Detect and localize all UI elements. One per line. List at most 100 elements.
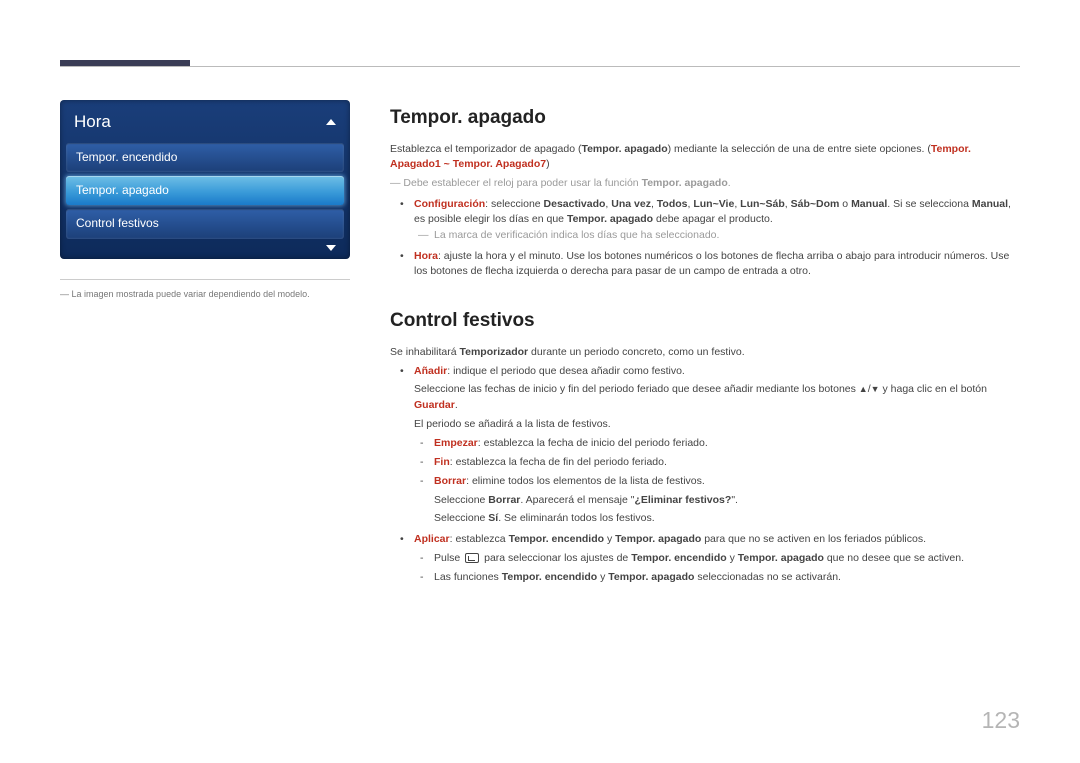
- sub-borrar: Borrar: elimine todos los elementos de l…: [434, 474, 1020, 526]
- text: . Aparecerá el mensaje ": [520, 494, 634, 506]
- text: y haga clic en el botón: [880, 383, 987, 395]
- term: Tempor. apagado: [738, 552, 824, 564]
- text: : establezca la fecha de inicio del peri…: [478, 437, 708, 449]
- text: : establezca: [450, 533, 509, 545]
- s2-bullets: Añadir: indique el periodo que desea aña…: [390, 364, 1020, 586]
- term: Tempor. apagado: [581, 143, 667, 155]
- term-red: Fin: [434, 456, 450, 468]
- page-number: 123: [982, 704, 1020, 737]
- text: La marca de verificación indica los días…: [434, 229, 719, 241]
- term: Lun~Sáb: [740, 198, 785, 210]
- section-heading-apagado: Tempor. apagado: [390, 104, 1020, 132]
- text: Debe establecer el reloj para poder usar…: [403, 177, 641, 189]
- sub-borrar-line2: Seleccione Borrar. Aparecerá el mensaje …: [434, 493, 1020, 508]
- text: .: [728, 177, 731, 189]
- text: Las funciones: [434, 571, 502, 583]
- osd-menu-title: Hora: [74, 110, 111, 135]
- left-column: Hora Tempor. encendido Tempor. apagado C…: [60, 100, 350, 592]
- text: ): [546, 158, 550, 170]
- s2-anadir-sublist: Empezar: establezca la fecha de inicio d…: [414, 436, 1020, 526]
- text: ) mediante la selección de una de entre …: [668, 143, 931, 155]
- text: Se inhabilitará: [390, 346, 459, 358]
- term: Tempor. encendido: [502, 571, 597, 583]
- term: Lun~Vie: [693, 198, 734, 210]
- scroll-down-icon[interactable]: [326, 245, 336, 251]
- left-divider: [60, 279, 350, 280]
- text: : ajuste la hora y el minuto. Use los bo…: [414, 250, 1009, 277]
- osd-menu-item-apagado[interactable]: Tempor. apagado: [66, 176, 344, 205]
- s2-intro: Se inhabilitará Temporizador durante un …: [390, 345, 1020, 360]
- osd-menu-item-festivos[interactable]: Control festivos: [66, 209, 344, 238]
- text: debe apagar el producto.: [653, 213, 773, 225]
- term-red: Borrar: [434, 475, 466, 487]
- text: y: [597, 571, 608, 583]
- s2-anadir-line2: Seleccione las fechas de inicio y fin de…: [414, 382, 1020, 412]
- text: : seleccione: [485, 198, 543, 210]
- osd-menu-item-label: Tempor. encendido: [76, 150, 177, 164]
- sub-funciones: Las funciones Tempor. encendido y Tempor…: [434, 570, 1020, 585]
- section-heading-festivos: Control festivos: [390, 307, 1020, 335]
- s1-note: Debe establecer el reloj para poder usar…: [390, 176, 1020, 191]
- osd-menu: Hora Tempor. encendido Tempor. apagado C…: [60, 100, 350, 259]
- osd-menu-footer: [66, 243, 344, 253]
- term-red: Guardar: [414, 399, 455, 411]
- text: para que no se activen en los feriados p…: [701, 533, 926, 545]
- text: . Se eliminarán todos los festivos.: [498, 512, 654, 524]
- term: Tempor. apagado: [608, 571, 694, 583]
- down-arrow-icon: ▼: [871, 384, 880, 394]
- term-red: Configuración: [414, 198, 485, 210]
- osd-menu-header: Hora: [66, 106, 344, 143]
- text: : indique el periodo que desea añadir co…: [447, 365, 685, 377]
- enter-button-icon: [465, 553, 479, 563]
- text: seleccionadas no se activarán.: [694, 571, 841, 583]
- text: para seleccionar los ajustes de: [481, 552, 631, 564]
- sub-empezar: Empezar: establezca la fecha de inicio d…: [434, 436, 1020, 451]
- term: Tempor. apagado: [642, 177, 728, 189]
- term-red: Empezar: [434, 437, 478, 449]
- term-red: Tempor. Apagado7: [453, 158, 546, 170]
- term: Una vez: [611, 198, 651, 210]
- s2-bullet-anadir: Añadir: indique el periodo que desea aña…: [414, 364, 1020, 526]
- term: Tempor. apagado: [615, 533, 701, 545]
- s1-bullets: Configuración: seleccione Desactivado, U…: [390, 197, 1020, 279]
- text: Seleccione: [434, 494, 488, 506]
- term: Tempor. encendido: [509, 533, 604, 545]
- text: . Si se selecciona: [887, 198, 972, 210]
- text: que no desee que se activen.: [824, 552, 964, 564]
- sub-borrar-line3: Seleccione Sí. Se eliminarán todos los f…: [434, 511, 1020, 526]
- s2-bullet-aplicar: Aplicar: establezca Tempor. encendido y …: [414, 532, 1020, 586]
- header-divider: [60, 66, 1020, 67]
- image-disclaimer-note: La imagen mostrada puede variar dependie…: [60, 288, 350, 301]
- text: ".: [731, 494, 738, 506]
- sub-pulse: Pulse para seleccionar los ajustes de Te…: [434, 551, 1020, 566]
- page-root: Hora Tempor. encendido Tempor. apagado C…: [0, 0, 1080, 763]
- term: Temporizador: [459, 346, 528, 358]
- s2-aplicar-sublist: Pulse para seleccionar los ajustes de Te…: [414, 551, 1020, 585]
- right-column: Tempor. apagado Establezca el temporizad…: [390, 100, 1020, 592]
- term-red: Añadir: [414, 365, 447, 377]
- text: Pulse: [434, 552, 463, 564]
- s2-anadir-line3: El periodo se añadirá a la lista de fest…: [414, 417, 1020, 432]
- scroll-up-icon[interactable]: [326, 119, 336, 125]
- text: : elimine todos los elementos de la list…: [466, 475, 705, 487]
- osd-menu-item-label: Control festivos: [76, 216, 159, 230]
- s1-bullet-hora: Hora: ajuste la hora y el minuto. Use lo…: [414, 249, 1020, 279]
- term: Sáb~Dom: [791, 198, 840, 210]
- s1-bullet-config: Configuración: seleccione Desactivado, U…: [414, 197, 1020, 243]
- osd-menu-item-label: Tempor. apagado: [76, 183, 169, 197]
- term-red: Hora: [414, 250, 438, 262]
- text: durante un periodo concreto, como un fes…: [528, 346, 745, 358]
- text: y: [604, 533, 615, 545]
- osd-menu-item-encendido[interactable]: Tempor. encendido: [66, 143, 344, 172]
- term: Sí: [488, 512, 498, 524]
- text: Seleccione: [434, 512, 488, 524]
- term-red: Aplicar: [414, 533, 450, 545]
- up-arrow-icon: ▲: [859, 384, 868, 394]
- sub-fin: Fin: establezca la fecha de fin del peri…: [434, 455, 1020, 470]
- text: Seleccione las fechas de inicio y fin de…: [414, 383, 859, 395]
- content-columns: Hora Tempor. encendido Tempor. apagado C…: [60, 60, 1020, 592]
- text: Establezca el temporizador de apagado (: [390, 143, 581, 155]
- term: ¿Eliminar festivos?: [634, 494, 731, 506]
- term: Manual: [851, 198, 887, 210]
- text: ~: [441, 158, 453, 170]
